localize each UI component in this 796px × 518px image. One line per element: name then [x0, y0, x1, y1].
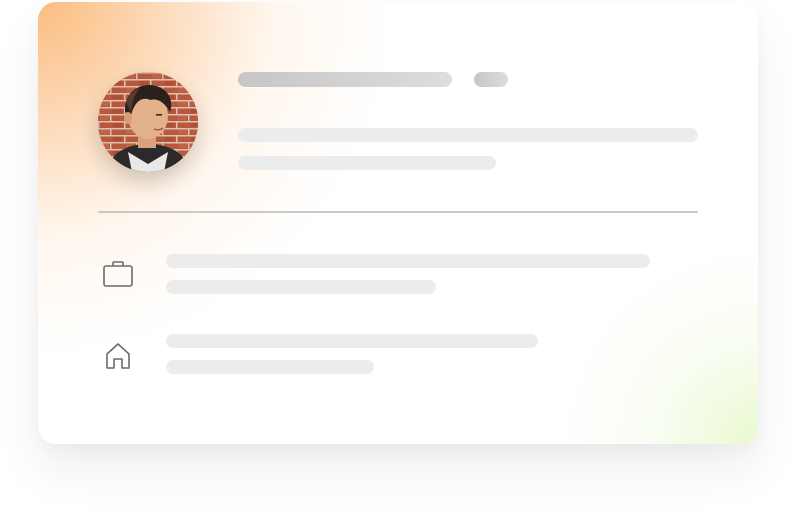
- subtitle-placeholder-line-2: [238, 156, 496, 170]
- home-icon: [102, 340, 134, 372]
- avatar-photo: [98, 72, 198, 172]
- home-placeholder-line-1: [166, 334, 538, 348]
- subtitle-placeholder-line-1: [238, 128, 698, 142]
- home-placeholder-line-2: [166, 360, 374, 374]
- name-placeholder: [238, 72, 452, 87]
- avatar: [98, 72, 198, 172]
- stage: [0, 0, 796, 518]
- divider: [98, 211, 698, 213]
- badge-placeholder: [474, 72, 508, 87]
- work-placeholder-line-2: [166, 280, 436, 294]
- briefcase-icon: [102, 258, 134, 290]
- profile-card: [38, 2, 758, 444]
- work-placeholder-line-1: [166, 254, 650, 268]
